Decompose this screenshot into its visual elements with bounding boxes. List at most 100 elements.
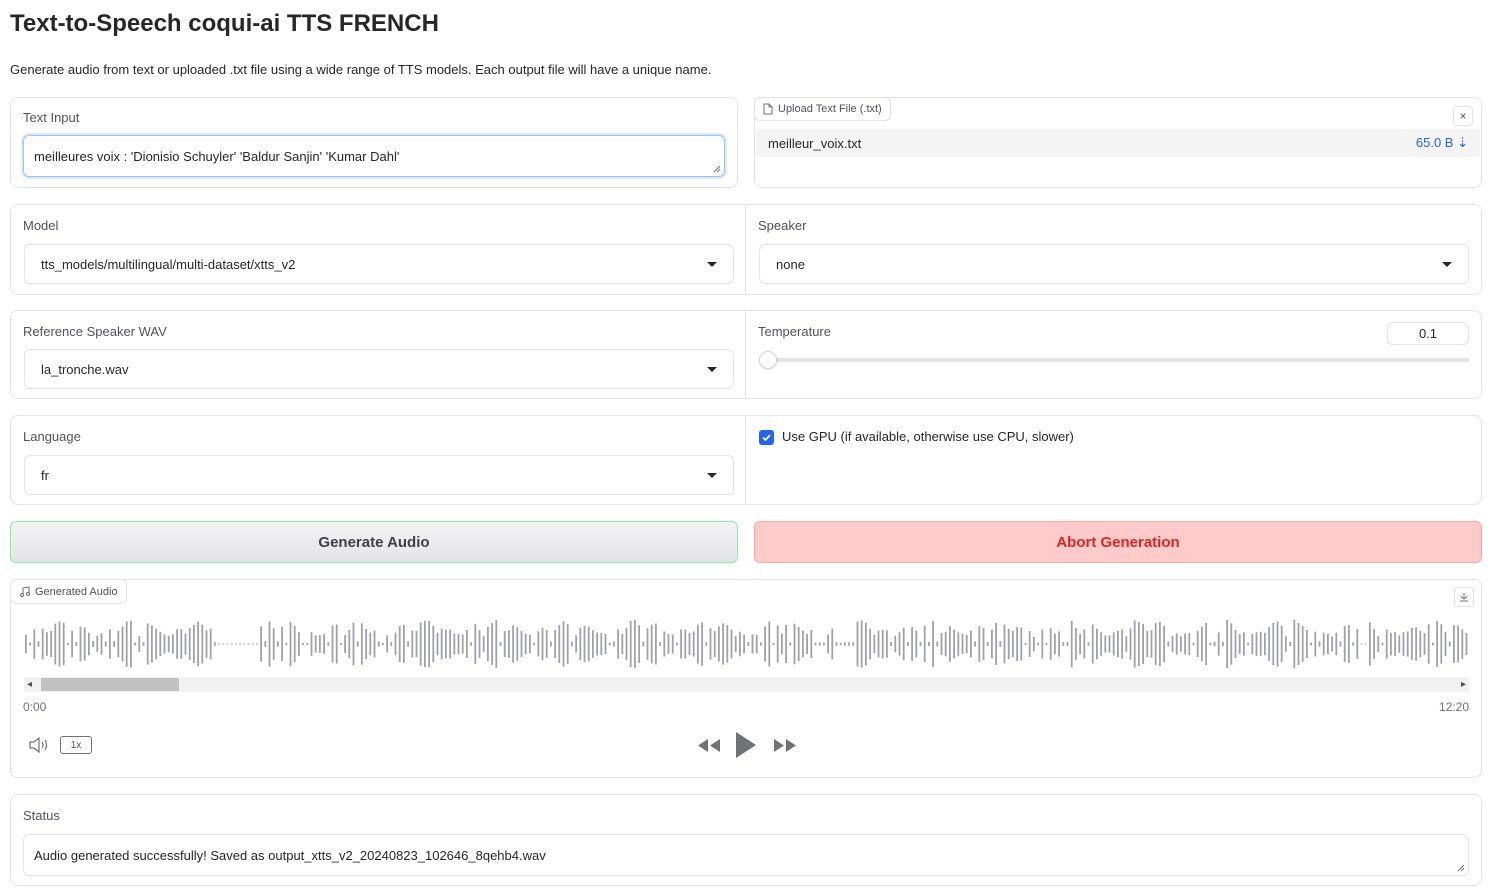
temperature-slider-track[interactable]	[760, 358, 1469, 362]
waveform-bar	[1175, 633, 1178, 655]
waveform-bar	[1117, 630, 1119, 658]
file-download-link[interactable]: 65.0 B ⇣	[1416, 135, 1468, 151]
download-audio-button[interactable]	[1454, 587, 1474, 607]
waveform-bar	[340, 643, 342, 645]
waveform-bar	[512, 625, 514, 663]
chevron-down-icon	[1442, 261, 1452, 267]
waveform-bar	[1045, 643, 1048, 646]
waveform-bar	[403, 624, 405, 664]
waveform-bar	[155, 628, 157, 660]
waveform-bar	[201, 624, 204, 664]
playback-speed-button[interactable]: 1x	[60, 736, 92, 754]
status-panel: Status Audio generated successfully! Sav…	[10, 794, 1482, 886]
waveform-bar	[986, 642, 989, 646]
volume-icon[interactable]	[29, 737, 51, 753]
waveform-bar	[100, 633, 103, 655]
waveform-bar	[1163, 626, 1165, 662]
panel-divider	[745, 205, 746, 294]
waveform[interactable]	[24, 616, 1469, 672]
waveform-bar	[1020, 627, 1023, 661]
waveform-bar	[449, 629, 451, 659]
waveform-bar	[508, 630, 510, 658]
language-dropdown[interactable]: fr	[24, 455, 734, 495]
waveform-bar	[188, 628, 191, 660]
waveform-bar	[146, 623, 149, 665]
waveform-bar	[1150, 630, 1153, 658]
waveform-scrollbar[interactable]: ◂ ▸	[24, 677, 1469, 692]
waveform-bar	[881, 629, 884, 659]
waveform-bar	[1402, 632, 1405, 656]
waveform-bar	[751, 634, 754, 654]
waveform-bar	[928, 642, 930, 646]
waveform-bar	[440, 628, 443, 660]
waveform-bar	[1066, 641, 1069, 647]
resize-grip-icon[interactable]	[1457, 864, 1465, 872]
waveform-bar	[671, 634, 674, 654]
waveform-bar	[1264, 632, 1266, 656]
abort-generation-button[interactable]: Abort Generation	[754, 521, 1482, 563]
waveform-bar	[781, 633, 783, 655]
waveform-bar	[1457, 625, 1459, 663]
status-output-field[interactable]: Audio generated successfully! Saved as o…	[23, 834, 1469, 876]
waveform-bar	[1058, 631, 1060, 657]
waveform-bar	[768, 621, 771, 667]
waveform-bar	[1280, 625, 1283, 663]
waveform-bar	[634, 620, 636, 668]
scroll-left-arrow-icon[interactable]: ◂	[27, 677, 32, 692]
waveform-scroll-thumb[interactable]	[41, 678, 179, 691]
fast-forward-icon[interactable]	[773, 738, 797, 753]
waveform-bar	[1440, 624, 1443, 664]
waveform-bar	[1154, 623, 1157, 665]
waveform-bar	[289, 621, 292, 667]
waveform-bar	[1121, 629, 1123, 659]
waveform-bar	[125, 621, 128, 667]
text-input-field[interactable]: meilleures voix : 'Dionisio Schuyler' 'B…	[23, 135, 725, 177]
waveform-bar	[793, 623, 796, 665]
waveform-bar	[978, 626, 981, 662]
waveform-bar	[1028, 631, 1031, 657]
waveform-bar	[1201, 626, 1203, 662]
waveform-bar	[1138, 622, 1140, 666]
waveform-bar	[932, 620, 934, 668]
waveform-bar	[894, 635, 897, 653]
waveform-bar	[877, 630, 880, 658]
waveform-bar	[991, 629, 993, 659]
waveform-bar	[1259, 631, 1262, 657]
waveform-bar	[743, 634, 745, 654]
waveform-bar	[1432, 642, 1434, 646]
waveform-bar	[235, 643, 237, 645]
temperature-slider-thumb[interactable]	[759, 351, 777, 369]
waveform-bar	[722, 623, 724, 665]
generate-audio-button[interactable]: Generate Audio	[10, 521, 738, 563]
resize-grip-icon[interactable]	[713, 165, 721, 173]
reference-wav-dropdown[interactable]: la_tronche.wav	[24, 349, 734, 389]
waveform-bar	[995, 622, 997, 665]
waveform-bar	[1222, 641, 1224, 647]
waveform-bar	[587, 626, 590, 662]
waveform-bar	[739, 631, 741, 657]
waveform-bar	[797, 626, 800, 662]
waveform-bar	[29, 642, 31, 646]
generated-audio-panel: Generated Audio ◂ ▸ 0:00 12:20 1x	[10, 579, 1482, 778]
download-icon	[1460, 593, 1468, 602]
waveform-bar	[25, 634, 27, 654]
scroll-right-arrow-icon[interactable]: ▸	[1461, 677, 1466, 692]
waveform-bar	[617, 629, 619, 659]
waveform-bar	[533, 642, 535, 646]
temperature-number-input[interactable]: 0.1	[1387, 322, 1469, 345]
waveform-bar	[474, 623, 477, 664]
waveform-bar	[230, 643, 233, 645]
waveform-bar	[1146, 631, 1149, 657]
rewind-icon[interactable]	[697, 738, 721, 753]
waveform-bar	[96, 636, 99, 652]
clear-file-button[interactable]: ×	[1453, 106, 1473, 126]
waveform-bar	[193, 624, 195, 664]
model-dropdown[interactable]: tts_models/multilingual/multi-dataset/xt…	[24, 244, 734, 284]
waveform-bar	[1251, 633, 1254, 655]
waveform-bar	[642, 641, 645, 647]
waveform-bar	[1075, 628, 1077, 660]
speaker-dropdown[interactable]: none	[759, 244, 1469, 284]
language-selected: fr	[41, 467, 49, 483]
play-icon[interactable]	[734, 731, 758, 759]
gpu-checkbox[interactable]	[759, 430, 774, 445]
